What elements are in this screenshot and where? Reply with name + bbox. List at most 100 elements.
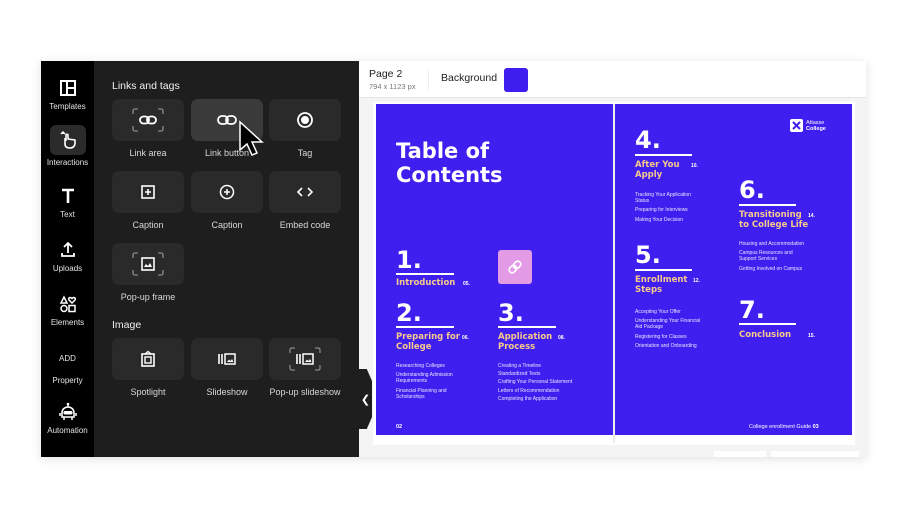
sidebar-item-label: Interactions bbox=[46, 158, 89, 167]
chapter-number: 3. bbox=[498, 299, 524, 327]
section-title-image: Image bbox=[112, 319, 142, 331]
sidebar-item-automation[interactable]: Automation bbox=[41, 401, 94, 435]
page-toolbar: Page 2 794 x 1123 px Background bbox=[359, 61, 866, 98]
tile-label: Caption bbox=[211, 220, 243, 230]
collapse-panel-button[interactable]: ❮ bbox=[359, 369, 372, 429]
zoom-control[interactable] bbox=[714, 451, 766, 457]
popup-frame-button[interactable] bbox=[112, 243, 184, 285]
sidebar-item-label: Automation bbox=[47, 426, 88, 435]
tile-label: Spotlight bbox=[130, 387, 166, 397]
page-size: 794 x 1123 px bbox=[369, 82, 416, 91]
sidebar-item-elements[interactable]: Elements bbox=[41, 293, 94, 327]
popup-frame-icon bbox=[132, 252, 164, 276]
divider bbox=[498, 326, 556, 328]
chapter-number: 6. bbox=[739, 176, 765, 204]
sidebar-item-interactions[interactable]: Interactions bbox=[41, 125, 94, 167]
plus-square-icon bbox=[141, 185, 155, 199]
link-icon bbox=[217, 115, 237, 125]
page-left[interactable]: Table of Contents 1. Introduction 05. 2. … bbox=[376, 104, 613, 435]
page-name: Page 2 bbox=[369, 68, 403, 80]
tile-label: Slideshow bbox=[206, 387, 248, 397]
tile-label: Tag bbox=[297, 148, 313, 158]
chapter-number: 4. bbox=[635, 126, 661, 154]
sidebar-item-label: ADD bbox=[59, 354, 76, 363]
sidebar-item-add[interactable]: ADD bbox=[41, 351, 94, 363]
divider bbox=[739, 204, 796, 206]
code-icon bbox=[296, 187, 314, 197]
chapter-title[interactable]: Transitioning to College Life bbox=[739, 210, 808, 230]
editor-window: Templates Interactions Text Uploads Elem… bbox=[41, 61, 866, 457]
chapter-title[interactable]: Preparing for College bbox=[396, 332, 460, 352]
sidebar-item-label: Elements bbox=[50, 318, 85, 327]
chevron-left-icon: ❮ bbox=[360, 393, 371, 406]
tile-label: Pop-up frame bbox=[120, 292, 176, 302]
robot-icon bbox=[58, 402, 77, 420]
background-color-swatch[interactable] bbox=[504, 68, 528, 92]
chapter-subitems: Researching Colleges Understanding Admis… bbox=[396, 363, 453, 400]
link-icon bbox=[508, 260, 522, 274]
tile-label: Embed code bbox=[279, 220, 331, 230]
chapter-number: 7. bbox=[739, 296, 765, 324]
chapter-subitems: Tracking Your Application Status Prepari… bbox=[635, 192, 691, 223]
divider bbox=[428, 69, 429, 91]
divider bbox=[635, 154, 692, 156]
tile-label: Caption bbox=[132, 220, 164, 230]
chapter-title[interactable]: After You Apply bbox=[635, 160, 680, 180]
caption-box-button[interactable] bbox=[112, 171, 184, 213]
tag-dot-icon bbox=[297, 112, 313, 128]
sidebar-item-label: Text bbox=[60, 210, 75, 219]
caption-circle-button[interactable] bbox=[191, 171, 263, 213]
chapter-number: 1. bbox=[396, 246, 422, 274]
slideshow-icon bbox=[218, 353, 236, 365]
divider bbox=[396, 273, 454, 275]
section-title-links-and-tags: Links and tags bbox=[112, 80, 180, 92]
sidebar-rail: Templates Interactions Text Uploads Elem… bbox=[41, 61, 94, 457]
sidebar-item-label: Uploads bbox=[52, 264, 83, 273]
sidebar-item-label: Property bbox=[52, 376, 83, 385]
sidebar-item-property[interactable]: Property bbox=[41, 373, 94, 385]
shapes-icon bbox=[59, 295, 76, 313]
chapter-title[interactable]: Conclusion bbox=[739, 330, 791, 340]
divider bbox=[739, 323, 796, 325]
sidebar-item-text[interactable]: Text bbox=[41, 185, 94, 219]
slideshow-button[interactable] bbox=[191, 338, 263, 380]
logo-x-icon bbox=[792, 121, 801, 130]
pointer-hand-icon bbox=[59, 130, 76, 149]
chapter-subitems: Housing and Accommodation Campus Resourc… bbox=[739, 241, 805, 272]
toc-title: Table of Contents bbox=[396, 139, 503, 187]
chapter-page: 10. bbox=[691, 163, 698, 169]
tag-button[interactable] bbox=[269, 99, 341, 141]
chapter-title[interactable]: Enrollment Steps bbox=[635, 275, 687, 295]
interactions-panel: Links and tags Link area Link button Tag… bbox=[94, 61, 359, 457]
chapter-page: 06. bbox=[462, 335, 469, 341]
chapter-title[interactable]: Introduction bbox=[396, 278, 455, 288]
sidebar-item-label: Templates bbox=[49, 102, 86, 111]
chapter-subitems: Creating a Timeline Standardized Tests C… bbox=[498, 363, 573, 402]
chapter-page: 12. bbox=[693, 278, 700, 284]
divider bbox=[635, 269, 692, 271]
page-nav-control[interactable] bbox=[771, 451, 859, 457]
chapter-number: 5. bbox=[635, 241, 661, 269]
link-area-icon bbox=[132, 108, 164, 132]
chapter-page: 14. bbox=[808, 213, 815, 219]
link-area-button[interactable] bbox=[112, 99, 184, 141]
page-number: 02 bbox=[396, 424, 403, 430]
chapter-page: 08. bbox=[558, 335, 565, 341]
mouse-cursor-icon bbox=[239, 120, 264, 156]
sidebar-item-templates[interactable]: Templates bbox=[41, 77, 94, 111]
plus-circle-icon bbox=[219, 184, 235, 200]
embed-code-button[interactable] bbox=[269, 171, 341, 213]
page-right[interactable]: Attasse College 4. After You Apply 10. Tra… bbox=[615, 104, 852, 435]
chapter-title[interactable]: Application Process bbox=[498, 332, 552, 352]
document-canvas: Table of Contents 1. Introduction 05. 2. … bbox=[373, 102, 855, 445]
background-label: Background bbox=[441, 72, 498, 84]
chapter-number: 2. bbox=[396, 299, 422, 327]
spotlight-button[interactable] bbox=[112, 338, 184, 380]
tile-label: Pop-up slideshow bbox=[269, 387, 341, 397]
popup-slideshow-button[interactable] bbox=[269, 338, 341, 380]
chapter-page: 05. bbox=[463, 281, 470, 287]
spotlight-icon bbox=[141, 350, 155, 367]
page-number: 03 bbox=[812, 424, 819, 430]
sidebar-item-uploads[interactable]: Uploads bbox=[41, 239, 94, 273]
link-button-element[interactable] bbox=[498, 250, 532, 284]
